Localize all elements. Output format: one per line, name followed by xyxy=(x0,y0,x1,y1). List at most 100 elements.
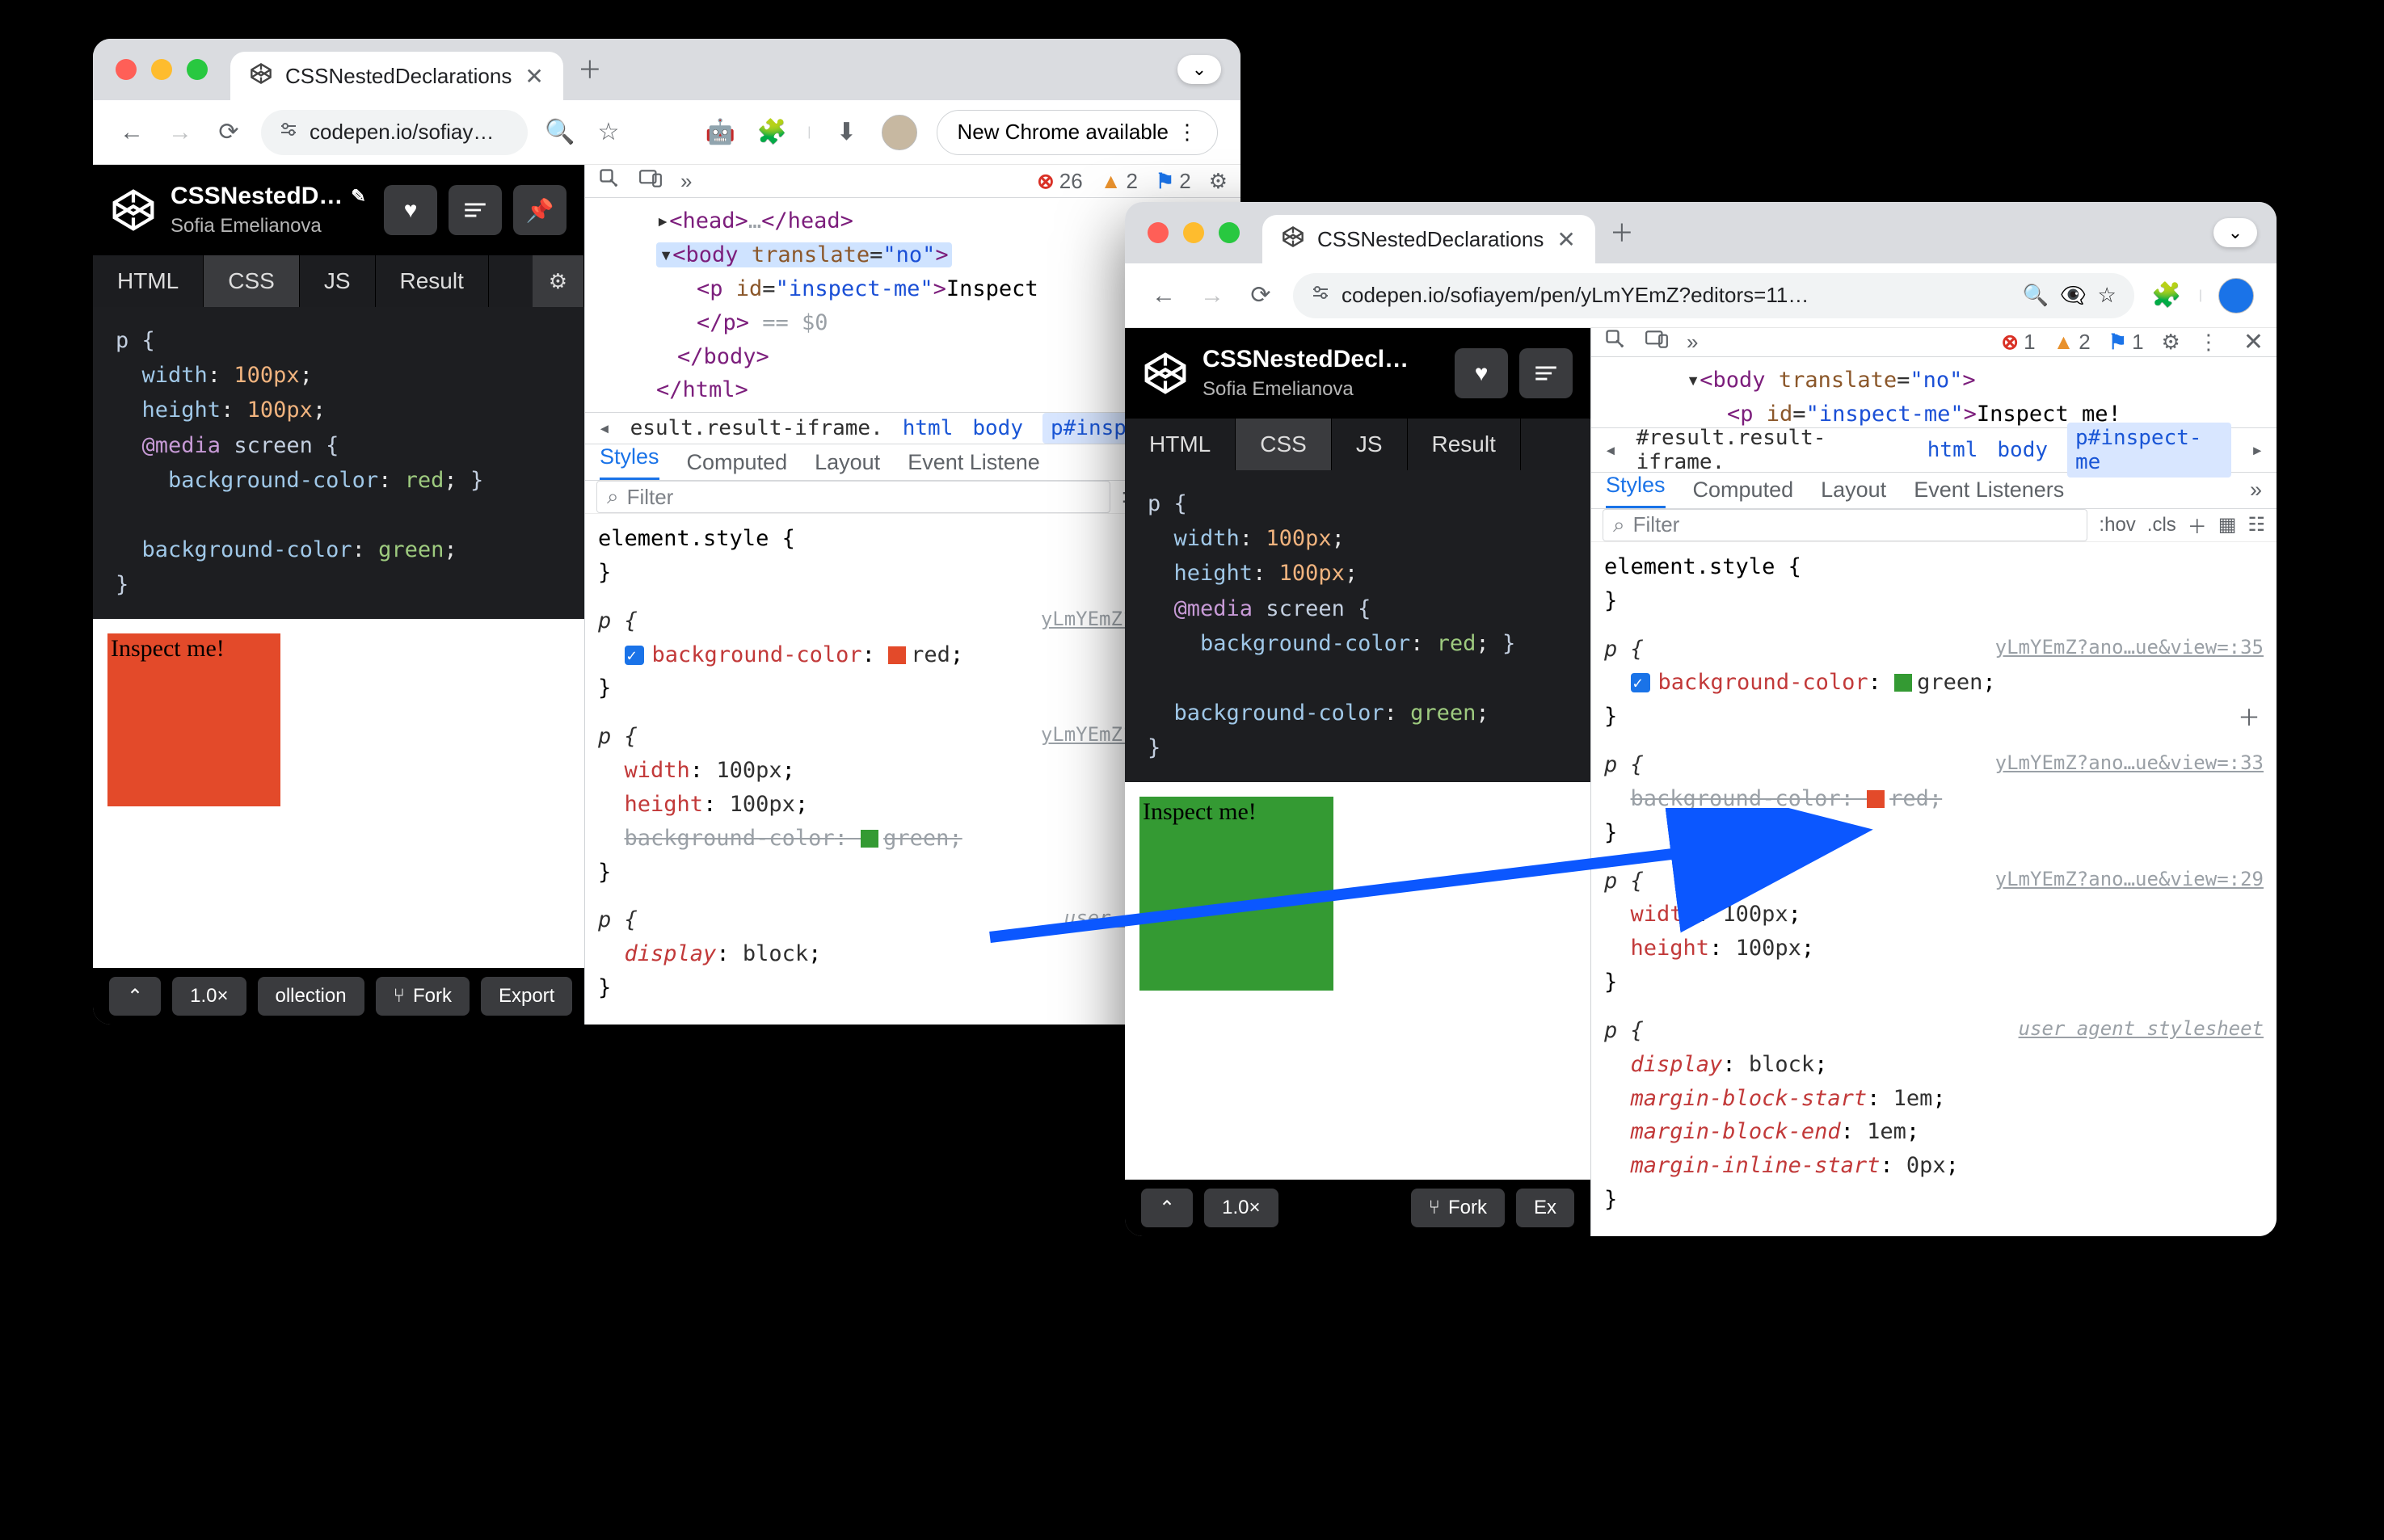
kebab-menu-icon[interactable]: ⋮ xyxy=(2198,330,2219,355)
chevron-right-icon[interactable]: ▸ xyxy=(2251,438,2264,462)
layout-button[interactable] xyxy=(1519,348,1573,398)
back-button[interactable]: ← xyxy=(116,119,148,146)
console-button[interactable]: ⌃ xyxy=(1141,1189,1193,1227)
styles-filter-input[interactable]: ⌕ Filter xyxy=(1603,509,2087,541)
pen-author[interactable]: Sofia Emelianova xyxy=(171,215,366,238)
bookmark-icon[interactable]: ☆ xyxy=(592,118,625,146)
hov-toggle[interactable]: :hov xyxy=(2099,514,2135,536)
devtools-close-icon[interactable]: ✕ xyxy=(2243,328,2264,356)
fork-button[interactable]: ⑂ Fork xyxy=(376,977,470,1016)
window-collapse-toggle[interactable]: ⌄ xyxy=(1177,55,1221,84)
console-button[interactable]: ⌃ xyxy=(109,977,161,1016)
zoom-out-icon[interactable]: 🔍 xyxy=(2023,283,2049,308)
zoom-button[interactable]: 1.0× xyxy=(172,977,246,1016)
codepen-logo-icon[interactable] xyxy=(111,187,156,233)
minimize-window-button[interactable] xyxy=(151,59,172,80)
layout-button[interactable] xyxy=(449,185,502,235)
heart-button[interactable]: ♥ xyxy=(1455,348,1508,398)
info-count[interactable]: ⚑2 xyxy=(1156,169,1191,194)
reload-button[interactable]: ⟳ xyxy=(213,118,245,146)
tab-event-listeners[interactable]: Event Listeners xyxy=(1914,478,2064,503)
css-editor[interactable]: p { width: 100px; height: 100px; @media … xyxy=(1125,470,1590,782)
tab-css[interactable]: CSS xyxy=(204,255,300,307)
more-panels-icon[interactable]: » xyxy=(680,169,692,194)
chevron-left-icon[interactable]: ◂ xyxy=(1604,438,1617,462)
warning-count[interactable]: ▲2 xyxy=(1101,169,1138,194)
device-mode-icon[interactable] xyxy=(638,168,663,195)
new-tab-button[interactable]: ＋ xyxy=(1610,213,1639,242)
tab-layout[interactable]: Layout xyxy=(1821,478,1886,503)
more-tabs-icon[interactable]: » xyxy=(2250,478,2262,503)
info-count[interactable]: ⚑1 xyxy=(2108,330,2144,355)
computed-layout-icon[interactable]: ▦ xyxy=(2218,513,2237,536)
inspect-element-icon[interactable] xyxy=(598,167,621,196)
pen-title[interactable]: CSSNestedDecl… xyxy=(1203,346,1409,373)
dom-tree[interactable]: ▾<body translate="no"> <p id="inspect-me… xyxy=(1591,357,2277,427)
tab-js[interactable]: JS xyxy=(300,255,376,307)
error-count[interactable]: ⊗26 xyxy=(1037,169,1083,194)
inspect-element-icon[interactable] xyxy=(1604,328,1627,356)
profile-avatar[interactable] xyxy=(882,115,917,150)
close-window-button[interactable] xyxy=(116,59,137,80)
chevron-left-icon[interactable]: ◂ xyxy=(598,416,611,440)
tab-layout[interactable]: Layout xyxy=(815,450,880,475)
export-button[interactable]: Ex xyxy=(1516,1189,1574,1227)
forward-button[interactable]: → xyxy=(164,119,196,146)
tab-result[interactable]: Result xyxy=(1408,419,1521,470)
preview-element[interactable]: Inspect me! xyxy=(1139,797,1333,991)
pen-author[interactable]: Sofia Emelianova xyxy=(1203,378,1409,401)
tab-js[interactable]: JS xyxy=(1332,419,1408,470)
minimize-window-button[interactable] xyxy=(1183,222,1204,243)
extensions-puzzle-icon[interactable]: 🧩 xyxy=(756,118,788,146)
omnibox[interactable]: codepen.io/sofiay… xyxy=(261,110,528,155)
close-tab-icon[interactable]: ✕ xyxy=(1556,226,1575,253)
close-tab-icon[interactable]: ✕ xyxy=(524,63,543,90)
devtools-settings-icon[interactable]: ⚙ xyxy=(2162,330,2180,355)
incognito-hide-icon[interactable]: 👁‍🗨 xyxy=(2060,283,2086,308)
forward-button[interactable]: → xyxy=(1196,282,1228,309)
kebab-menu-icon[interactable]: ⋮ xyxy=(1177,120,1198,145)
edit-title-icon[interactable]: ✎ xyxy=(351,186,365,207)
pen-title[interactable]: CSSNestedD… ✎ xyxy=(171,183,366,210)
preview-element[interactable]: Inspect me! xyxy=(107,633,280,806)
close-window-button[interactable] xyxy=(1148,222,1169,243)
error-count[interactable]: ⊗1 xyxy=(2001,330,2035,355)
zoom-button[interactable]: 1.0× xyxy=(1204,1189,1278,1227)
fork-button[interactable]: ⑂ Fork xyxy=(1411,1189,1505,1227)
warning-count[interactable]: ▲2 xyxy=(2053,330,2091,355)
export-button[interactable]: Export xyxy=(481,977,572,1016)
site-settings-icon[interactable] xyxy=(279,120,298,145)
profile-avatar[interactable] xyxy=(2218,278,2254,313)
more-panels-icon[interactable]: » xyxy=(1687,330,1698,355)
extensions-robot-icon[interactable]: 🤖 xyxy=(704,118,736,146)
new-rule-icon[interactable]: ＋ xyxy=(2188,511,2207,539)
heart-button[interactable]: ♥ xyxy=(384,185,437,235)
tab-result[interactable]: Result xyxy=(376,255,489,307)
tab-styles[interactable]: Styles xyxy=(1606,473,1666,508)
css-editor[interactable]: p { width: 100px; height: 100px; @media … xyxy=(93,307,584,619)
tab-html[interactable]: HTML xyxy=(93,255,204,307)
collection-button[interactable]: ollection xyxy=(258,977,364,1016)
cls-toggle[interactable]: .cls xyxy=(2147,514,2176,536)
browser-tab[interactable]: CSSNestedDeclarations ✕ xyxy=(1262,215,1595,263)
tab-html[interactable]: HTML xyxy=(1125,419,1236,470)
panel-layout-icon[interactable]: ☷ xyxy=(2247,513,2265,536)
reload-button[interactable]: ⟳ xyxy=(1245,281,1277,309)
update-chrome-chip[interactable]: New Chrome available ⋮ xyxy=(937,110,1218,155)
tab-css[interactable]: CSS xyxy=(1236,419,1332,470)
back-button[interactable]: ← xyxy=(1148,282,1180,309)
zoom-icon[interactable]: 🔍 xyxy=(544,118,576,146)
tab-styles[interactable]: Styles xyxy=(600,444,659,480)
elements-breadcrumb[interactable]: ◂ #result.result-iframe. html body p#ins… xyxy=(1591,427,2277,473)
maximize-window-button[interactable] xyxy=(187,59,208,80)
device-mode-icon[interactable] xyxy=(1645,329,1669,356)
downloads-icon[interactable]: ⬇ xyxy=(830,118,862,146)
maximize-window-button[interactable] xyxy=(1219,222,1240,243)
tab-computed[interactable]: Computed xyxy=(1693,478,1794,503)
styles-pane[interactable]: element.style { } yLmYEmZ?ano…ue&view=:3… xyxy=(1591,542,2277,1236)
bookmark-icon[interactable]: ☆ xyxy=(2098,283,2117,308)
pin-button[interactable]: 📌 xyxy=(513,185,567,235)
codepen-logo-icon[interactable] xyxy=(1143,351,1188,396)
extensions-puzzle-icon[interactable]: 🧩 xyxy=(2150,281,2183,309)
editor-settings-icon[interactable]: ⚙ xyxy=(533,255,584,307)
